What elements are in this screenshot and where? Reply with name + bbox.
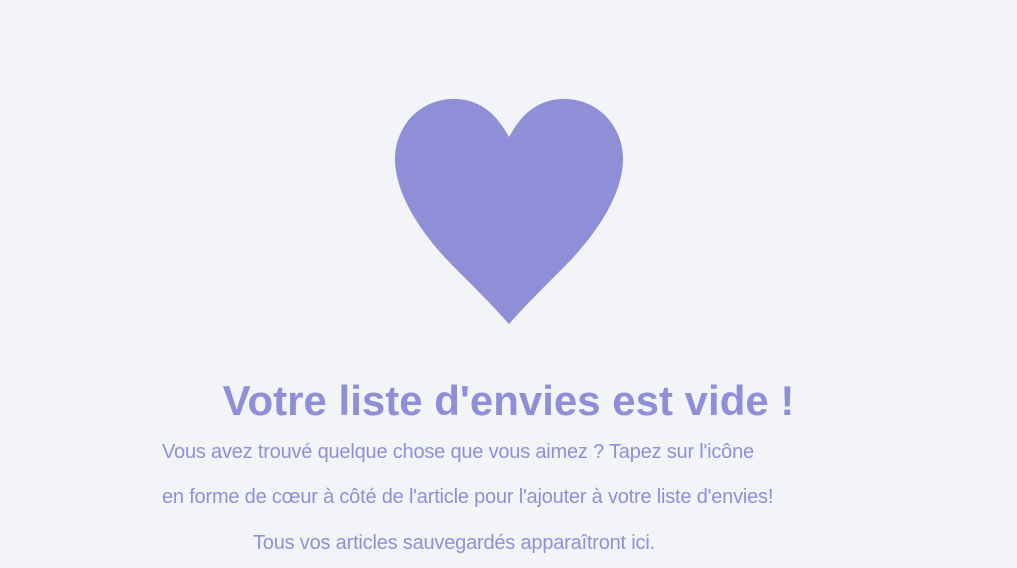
empty-wishlist-description-line-2: en forme de cœur à côté de l'article pou… (162, 486, 774, 508)
empty-wishlist-description-line-3: Tous vos articles sauvegardés apparaîtro… (253, 532, 655, 554)
heart-icon (394, 97, 624, 325)
empty-wishlist-state: Votre liste d'envies est vide ! Vous ave… (0, 0, 1017, 568)
empty-wishlist-title: Votre liste d'envies est vide ! (222, 377, 795, 424)
empty-wishlist-description-line-1: Vous avez trouvé quelque chose que vous … (162, 441, 754, 463)
